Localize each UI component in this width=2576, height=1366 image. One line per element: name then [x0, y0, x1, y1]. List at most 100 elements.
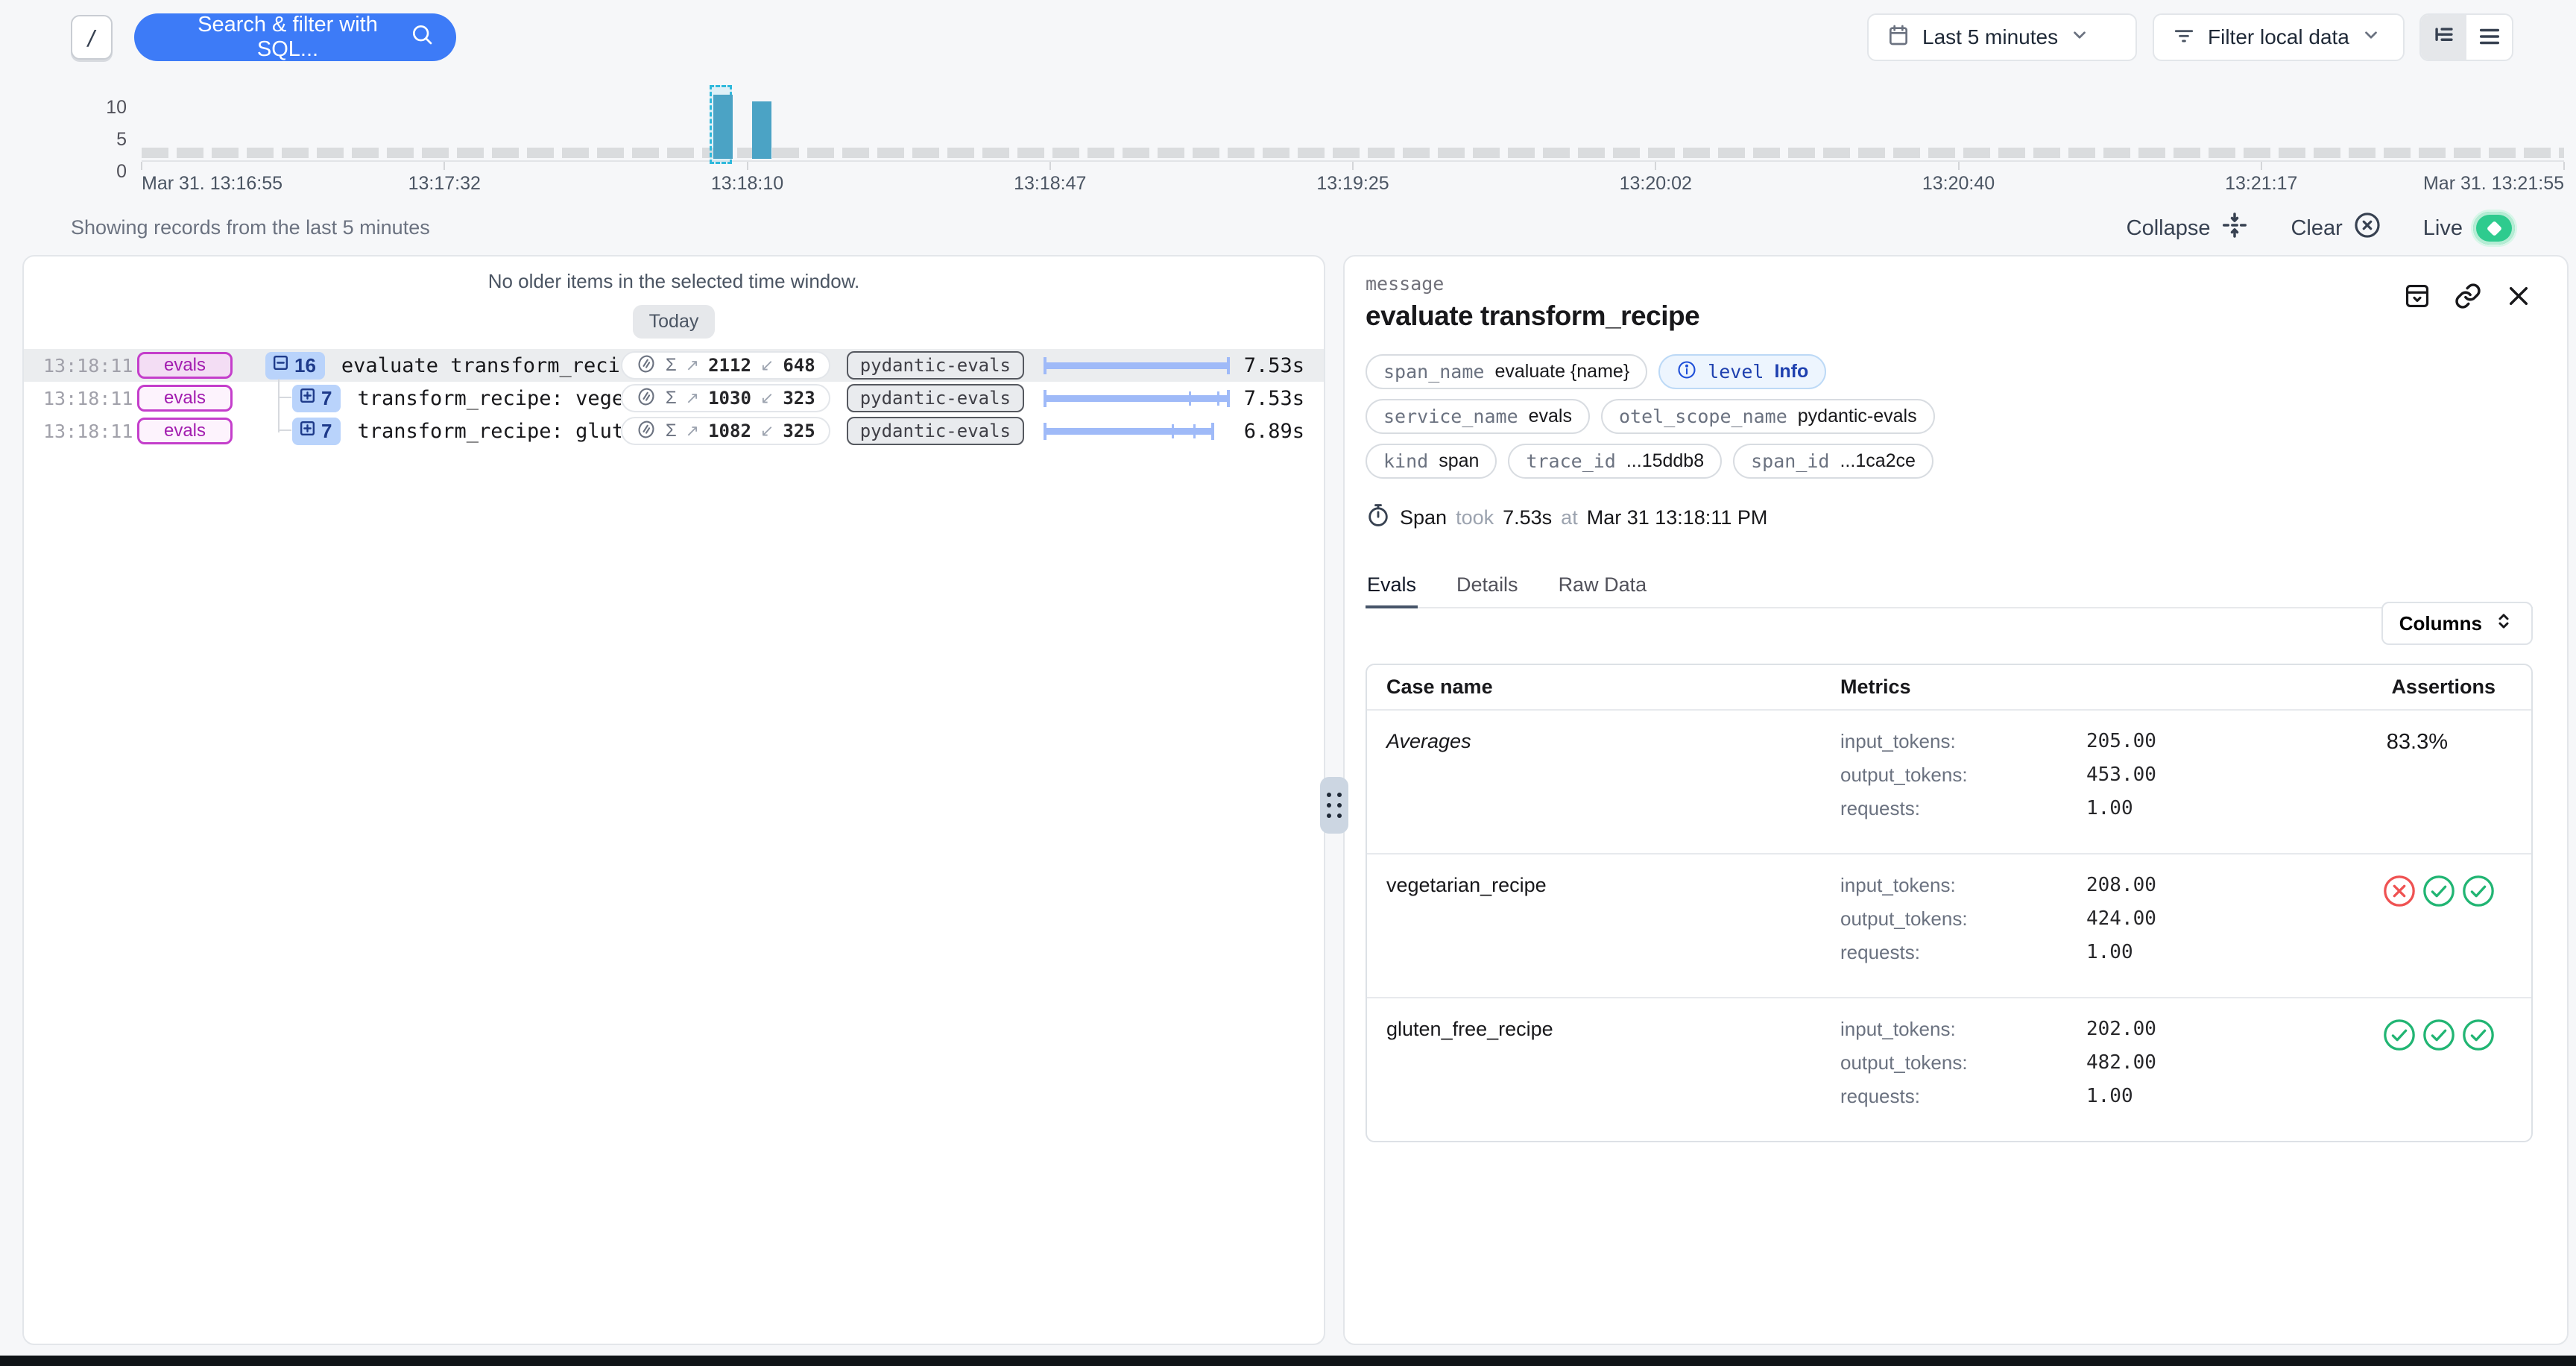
attribute-label: trace_id — [1526, 450, 1615, 472]
tab-details[interactable]: Details — [1455, 566, 1520, 607]
received-tokens-count: 323 — [783, 388, 815, 409]
assertion-pass-icon — [2382, 1018, 2416, 1056]
span-duration-bar — [1044, 428, 1214, 435]
span-duration-bar — [1044, 395, 1230, 402]
otel-scope-tag[interactable]: pydantic-evals — [847, 384, 1024, 412]
y-axis-tick-label: 10 — [82, 97, 127, 119]
collapse-icon — [2220, 211, 2249, 245]
x-axis-tick-label: 13:18:47 — [1014, 173, 1086, 195]
clear-button[interactable]: Clear — [2291, 211, 2381, 245]
metrics-cell: input_tokens:205.00output_tokens:453.00r… — [1840, 730, 2285, 831]
assertions-header: Assertions — [2285, 676, 2531, 699]
eval-case-row[interactable]: vegetarian_recipeinput_tokens:208.00outp… — [1367, 854, 2531, 998]
attribute-pill-span_id[interactable]: span_id...1ca2ce — [1733, 444, 1933, 479]
tab-evals[interactable]: Evals — [1366, 566, 1418, 607]
span-message[interactable]: transform_recipe: vegetarian_recipe — [357, 387, 620, 410]
trace-list-panel: No older items in the selected time wind… — [22, 255, 1325, 1345]
status-row: Showing records from the last 5 minutes … — [0, 212, 2576, 245]
x-axis-tick — [1655, 162, 1656, 170]
x-axis-tick-label: 13:20:02 — [1620, 173, 1692, 195]
records-timeline-chart[interactable]: 1050 Mar 31. 13:16:5513:17:3213:18:1013:… — [0, 81, 2576, 194]
time-range-button[interactable]: Last 5 minutes — [1867, 13, 2137, 61]
link-icon — [2454, 301, 2482, 312]
attribute-value: ...1ca2ce — [1840, 450, 1915, 472]
attribute-pill-span_name[interactable]: span_nameevaluate {name} — [1366, 354, 1647, 389]
attribute-pill-level[interactable]: levelInfo — [1658, 354, 1826, 389]
otel-scope-tag[interactable]: pydantic-evals — [847, 351, 1024, 380]
metric-label: output_tokens: — [1840, 764, 2086, 787]
sigma-icon: Σ — [666, 355, 677, 376]
list-view-button[interactable] — [2466, 15, 2512, 60]
span-children-count-chip[interactable]: 16 — [265, 352, 325, 380]
search-button[interactable]: Search & filter with SQL... — [134, 13, 456, 61]
metric-value: 453.00 — [2086, 764, 2156, 787]
assertion-fail-icon — [2382, 874, 2416, 912]
timeline-bar[interactable] — [752, 101, 771, 159]
span-message[interactable]: evaluate transform_recipe — [341, 354, 621, 377]
x-axis-tick-label: 13:17:32 — [408, 173, 481, 195]
y-axis-tick-label: 5 — [82, 129, 127, 151]
sent-tokens-count: 1030 — [708, 388, 751, 409]
eval-case-row[interactable]: gluten_free_recipeinput_tokens:202.00out… — [1367, 998, 2531, 1141]
assertions-percentage: 83.3% — [2285, 730, 2496, 755]
trace-row[interactable]: 13:18:11evals16evaluate transform_recipe… — [24, 349, 1324, 382]
metric-label: input_tokens: — [1840, 874, 2086, 897]
span-duration-label: 7.53s — [1230, 354, 1304, 377]
token-metrics-pill[interactable]: Σ↗2112↙648 — [621, 351, 830, 380]
span-bar-start-cap — [1044, 390, 1046, 407]
service-tag-pill[interactable]: evals — [137, 352, 233, 379]
clear-circle-x-icon — [2353, 211, 2381, 245]
timeline-bar[interactable] — [713, 95, 733, 159]
attribute-pill-service_name[interactable]: service_nameevals — [1366, 399, 1590, 434]
time-range-label: Last 5 minutes — [1922, 25, 2058, 49]
token-metrics-pill[interactable]: Σ↗1030↙323 — [621, 384, 830, 412]
span-children-count-chip[interactable]: 7 — [292, 418, 341, 445]
metric-value: 202.00 — [2086, 1018, 2156, 1041]
attribute-label: otel_scope_name — [1619, 406, 1787, 427]
otel-scope-tag[interactable]: pydantic-evals — [847, 417, 1024, 445]
children-count: 7 — [321, 420, 332, 443]
token-metrics-pill[interactable]: Σ↗1082↙325 — [621, 417, 830, 445]
metric-line: input_tokens:205.00 — [1840, 730, 2285, 753]
live-toggle-button[interactable]: Live — [2423, 212, 2515, 245]
tab-raw-data[interactable]: Raw Data — [1557, 566, 1649, 607]
span-children-count-chip[interactable]: 7 — [292, 385, 341, 412]
panel-resize-handle[interactable] — [1320, 777, 1348, 834]
timeline-plot-area[interactable]: Mar 31. 13:16:5513:17:3213:18:1013:18:47… — [142, 81, 2564, 194]
service-tag-pill[interactable]: evals — [137, 385, 233, 412]
attribute-pill-kind[interactable]: kindspan — [1366, 444, 1497, 479]
stopwatch-icon — [1366, 503, 1391, 533]
attribute-pill-trace_id[interactable]: trace_id...15ddb8 — [1508, 444, 1722, 479]
assertions-cell — [2285, 874, 2531, 975]
chevron-down-icon — [2070, 25, 2089, 50]
service-tag-pill[interactable]: evals — [137, 418, 233, 444]
metric-label: requests: — [1840, 1085, 2086, 1108]
collapse-button[interactable]: Collapse — [2127, 211, 2250, 245]
live-toggle-switch[interactable] — [2473, 212, 2515, 245]
metric-label: input_tokens: — [1840, 1018, 2086, 1041]
trace-row[interactable]: 13:18:11evals7transform_recipe: gluten_f… — [24, 415, 1324, 447]
close-panel-button[interactable] — [2501, 279, 2536, 315]
attribute-label: span_name — [1383, 361, 1484, 383]
open-in-panel-button[interactable] — [2400, 279, 2434, 315]
x-axis-tick — [1049, 162, 1051, 170]
trace-row[interactable]: 13:18:11evals7transform_recipe: vegetari… — [24, 382, 1324, 415]
x-axis-tick — [141, 162, 142, 170]
assertion-pass-icon — [2461, 1018, 2496, 1056]
view-mode-toggle — [2419, 13, 2513, 61]
span-duration-track — [1044, 384, 1230, 412]
eval-case-row[interactable]: Averagesinput_tokens:205.00output_tokens… — [1367, 711, 2531, 854]
evals-cases-table: Case name Metrics Assertions Averagesinp… — [1366, 664, 2533, 1142]
x-axis-tick — [1352, 162, 1354, 170]
x-axis-tick-label: Mar 31. 13:16:55 — [142, 173, 282, 195]
span-message[interactable]: transform_recipe: gluten_free_recipe — [357, 420, 620, 443]
filter-label: Filter local data — [2208, 25, 2349, 49]
tokens-coin-icon — [636, 386, 657, 411]
tree-view-button[interactable] — [2421, 15, 2466, 60]
span-bar-tick — [1172, 424, 1174, 438]
attribute-value: Info — [1774, 361, 1808, 383]
columns-button[interactable]: Columns — [2381, 602, 2533, 645]
filter-local-data-button[interactable]: Filter local data — [2153, 13, 2405, 61]
copy-link-button[interactable] — [2451, 279, 2485, 315]
attribute-pill-otel_scope_name[interactable]: otel_scope_namepydantic-evals — [1601, 399, 1935, 434]
